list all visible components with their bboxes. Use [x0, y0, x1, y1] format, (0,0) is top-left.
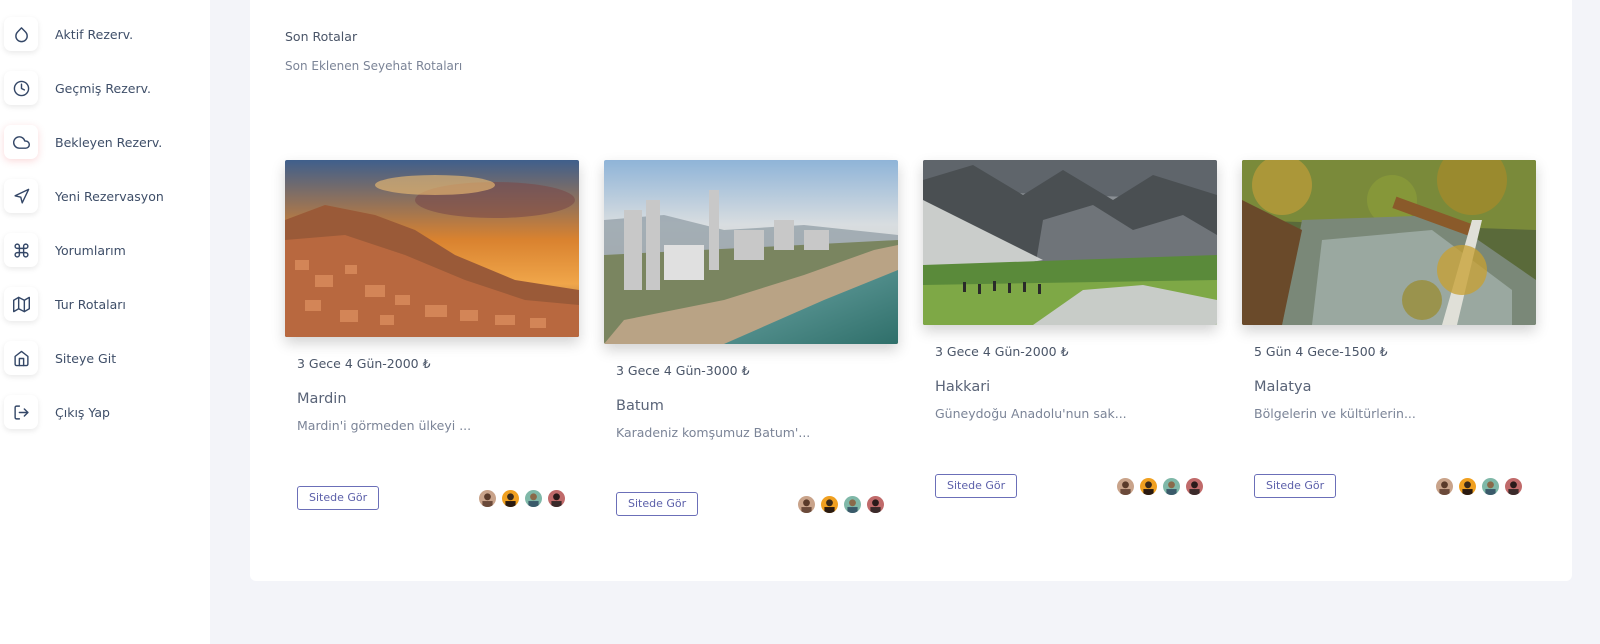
avatar[interactable] — [1184, 476, 1205, 497]
avatar[interactable] — [1457, 476, 1478, 497]
avatar[interactable] — [546, 488, 567, 509]
avatar[interactable] — [1115, 476, 1136, 497]
view-on-site-button[interactable]: Sitede Gör — [616, 492, 699, 516]
avatar[interactable] — [500, 488, 521, 509]
avatar-group — [794, 494, 886, 515]
sidebar: Aktif Rezerv. Geçmiş Rezerv. Bekleyen Re… — [0, 0, 210, 644]
sidebar-item-label: Geçmiş Rezerv. — [55, 80, 151, 96]
map-icon — [4, 287, 38, 321]
route-title: Malatya — [1254, 379, 1312, 395]
avatar[interactable] — [819, 494, 840, 515]
avatar[interactable] — [1138, 476, 1159, 497]
route-meta: 3 Gece 4 Gün-2000 ₺ — [297, 356, 431, 371]
sidebar-item-siteye-git[interactable]: Siteye Git — [4, 338, 204, 378]
avatar[interactable] — [796, 494, 817, 515]
route-meta: 5 Gün 4 Gece-1500 ₺ — [1254, 344, 1388, 359]
route-description: Mardin'i görmeden ülkeyi ... — [297, 418, 472, 433]
avatar-group — [475, 488, 567, 509]
clock-icon — [4, 71, 38, 105]
route-image-malatya[interactable] — [1242, 160, 1536, 325]
route-meta: 3 Gece 4 Gün-2000 ₺ — [935, 344, 1069, 359]
sidebar-item-aktif-rezerv[interactable]: Aktif Rezerv. — [4, 14, 204, 54]
avatar[interactable] — [1434, 476, 1455, 497]
route-title: Mardin — [297, 391, 347, 407]
route-image-batum[interactable] — [604, 160, 898, 344]
route-description: Karadeniz komşumuz Batum'... — [616, 425, 811, 440]
sidebar-item-gecmis-rezerv[interactable]: Geçmiş Rezerv. — [4, 68, 204, 108]
route-meta: 3 Gece 4 Gün-3000 ₺ — [616, 363, 750, 378]
route-title: Hakkari — [935, 379, 991, 395]
avatar[interactable] — [1503, 476, 1524, 497]
sidebar-item-label: Çıkış Yap — [55, 404, 110, 420]
avatar-group — [1432, 476, 1524, 497]
sidebar-item-label: Tur Rotaları — [55, 296, 126, 312]
sidebar-item-bekleyen-rezerv[interactable]: Bekleyen Rezerv. — [4, 122, 204, 162]
sidebar-item-yeni-rezervasyon[interactable]: Yeni Rezervasyon — [4, 176, 204, 216]
view-on-site-button[interactable]: Sitede Gör — [297, 486, 380, 510]
log-out-icon — [4, 395, 38, 429]
sidebar-item-label: Bekleyen Rezerv. — [55, 134, 163, 150]
avatar[interactable] — [523, 488, 544, 509]
cloud-icon — [4, 125, 38, 159]
avatar[interactable] — [477, 488, 498, 509]
avatar[interactable] — [865, 494, 886, 515]
route-title: Batum — [616, 398, 664, 414]
droplet-icon — [4, 17, 38, 51]
sidebar-item-yorumlarim[interactable]: Yorumlarım — [4, 230, 204, 270]
avatar-group — [1113, 476, 1205, 497]
route-image-mardin[interactable] — [285, 160, 579, 337]
avatar[interactable] — [1480, 476, 1501, 497]
home-icon — [4, 341, 38, 375]
sidebar-item-cikis-yap[interactable]: Çıkış Yap — [4, 392, 204, 432]
view-on-site-button[interactable]: Sitede Gör — [935, 474, 1018, 498]
avatar[interactable] — [842, 494, 863, 515]
sidebar-item-label: Aktif Rezerv. — [55, 26, 134, 42]
sidebar-item-label: Siteye Git — [55, 350, 117, 366]
section-title: Son Rotalar — [285, 29, 358, 44]
route-description: Bölgelerin ve kültürlerin... — [1254, 406, 1416, 421]
route-image-hakkari[interactable] — [923, 160, 1217, 325]
view-on-site-button[interactable]: Sitede Gör — [1254, 474, 1337, 498]
section-subtitle: Son Eklenen Seyehat Rotaları — [285, 59, 463, 73]
avatar[interactable] — [1161, 476, 1182, 497]
sidebar-item-label: Yorumlarım — [55, 242, 126, 258]
navigation-icon — [4, 179, 38, 213]
sidebar-item-label: Yeni Rezervasyon — [55, 188, 164, 204]
route-description: Güneydoğu Anadolu'nun sak... — [935, 406, 1127, 421]
command-icon — [4, 233, 38, 267]
sidebar-item-tur-rotalari[interactable]: Tur Rotaları — [4, 284, 204, 324]
